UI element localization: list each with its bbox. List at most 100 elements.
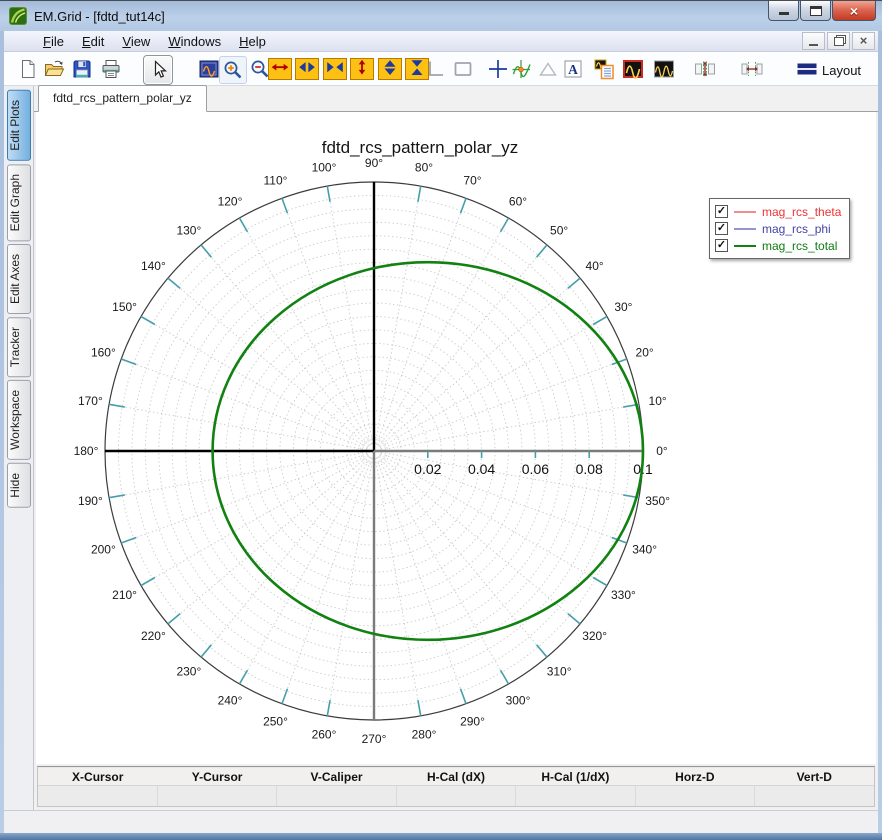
layout-icon[interactable] bbox=[794, 56, 820, 82]
status-header-horz-d: Horz-D bbox=[675, 770, 715, 784]
window-status-strip bbox=[4, 810, 878, 833]
minimize-button-icon[interactable] bbox=[768, 1, 799, 21]
svg-text:290°: 290° bbox=[460, 715, 485, 729]
legend-line-swatch bbox=[734, 227, 756, 230]
status-value-cell bbox=[397, 786, 517, 806]
legend-checkbox-mag_rcs_theta[interactable]: ✓ bbox=[715, 205, 728, 218]
legend-checkbox-mag_rcs_total[interactable]: ✓ bbox=[715, 239, 728, 252]
svg-text:0°: 0° bbox=[656, 444, 668, 458]
sidebar-tab-edit-plots[interactable]: Edit Plots bbox=[6, 90, 31, 161]
svg-text:280°: 280° bbox=[412, 728, 437, 742]
legend-checkbox-mag_rcs_phi[interactable]: ✓ bbox=[715, 222, 728, 235]
menu-windows[interactable]: Windows bbox=[159, 31, 230, 51]
status-value-cell bbox=[755, 786, 874, 806]
svg-text:90°: 90° bbox=[365, 156, 383, 170]
sidebar-tab-workspace[interactable]: Workspace bbox=[6, 380, 31, 461]
svg-text:180°: 180° bbox=[74, 444, 99, 458]
svg-text:240°: 240° bbox=[218, 693, 243, 707]
zoom-in-icon[interactable] bbox=[219, 56, 247, 84]
svg-text:70°: 70° bbox=[463, 173, 481, 187]
copy-plot-list-icon[interactable] bbox=[591, 56, 617, 82]
svg-text:120°: 120° bbox=[218, 195, 243, 209]
sidebar-tab-tracker[interactable]: Tracker bbox=[6, 317, 31, 378]
split-horizontal-icon[interactable] bbox=[739, 56, 765, 82]
status-header-y-cursor: Y-Cursor bbox=[191, 770, 243, 784]
status-header-row: X-Cursor Y-Cursor V-Caliper H-Cal (dX) H-Cal… bbox=[38, 768, 874, 786]
svg-text:30°: 30° bbox=[614, 300, 632, 314]
svg-text:220°: 220° bbox=[141, 629, 166, 643]
window-frame-left bbox=[0, 31, 4, 833]
expand-horizontal-icon[interactable] bbox=[268, 58, 292, 80]
sidebar-tabs: Edit Plots Edit Graph Edit Axes Tracker Work… bbox=[4, 86, 33, 508]
svg-text:190°: 190° bbox=[78, 494, 103, 508]
widen-vertical-icon[interactable] bbox=[378, 58, 402, 80]
menu-view[interactable]: View bbox=[113, 31, 159, 51]
split-vertical-icon[interactable] bbox=[692, 56, 718, 82]
multi-plot-window-icon[interactable] bbox=[651, 56, 677, 82]
cursor-status-table: X-Cursor Y-Cursor V-Caliper H-Cal (dX) H-Cal… bbox=[37, 766, 875, 807]
triangle-marker-icon[interactable] bbox=[535, 56, 561, 82]
mdi-minimize-button-icon[interactable] bbox=[802, 32, 825, 50]
text-annotation-icon[interactable]: A bbox=[560, 56, 586, 82]
status-value-row bbox=[38, 786, 874, 806]
plot-area: 0° 10° 20° 30° 40° 50° 60° 70° 80° 90° 100° 110° 120… bbox=[36, 112, 876, 764]
svg-text:270°: 270° bbox=[362, 732, 387, 746]
status-value-cell bbox=[636, 786, 756, 806]
new-document-icon[interactable] bbox=[15, 56, 41, 82]
plot-window-icon[interactable] bbox=[620, 56, 646, 82]
svg-text:230°: 230° bbox=[176, 665, 201, 679]
tracker-icon[interactable] bbox=[509, 56, 535, 82]
status-header-h-cal-dx-: H-Cal (dX) bbox=[426, 770, 485, 784]
window-frame-bottom bbox=[0, 833, 882, 840]
sidebar-tab-hide[interactable]: Hide bbox=[6, 463, 31, 508]
legend-label: mag_rcs_theta bbox=[762, 204, 842, 219]
svg-text:100°: 100° bbox=[312, 160, 337, 174]
pointer-tool-icon[interactable] bbox=[143, 55, 173, 85]
close-button-icon[interactable]: × bbox=[832, 1, 876, 21]
crosshair-icon[interactable] bbox=[485, 56, 511, 82]
window-frame-right bbox=[878, 31, 882, 833]
open-file-icon[interactable] bbox=[41, 56, 67, 82]
widen-horizontal-icon[interactable] bbox=[295, 58, 319, 80]
legend-row-mag_rcs_theta: ✓ mag_rcs_theta bbox=[715, 203, 841, 220]
print-icon[interactable] bbox=[98, 56, 124, 82]
legend-line-swatch bbox=[734, 244, 756, 247]
axes-corner-icon[interactable] bbox=[422, 56, 448, 82]
legend-row-mag_rcs_phi: ✓ mag_rcs_phi bbox=[715, 220, 841, 237]
svg-text:0.08: 0.08 bbox=[576, 461, 603, 477]
legend-label: mag_rcs_total bbox=[762, 238, 838, 253]
svg-text:0.04: 0.04 bbox=[468, 461, 495, 477]
svg-text:20°: 20° bbox=[636, 345, 654, 359]
svg-text:350°: 350° bbox=[645, 494, 670, 508]
status-header-vert-d: Vert-D bbox=[796, 770, 832, 784]
zoom-box-icon[interactable] bbox=[450, 56, 476, 82]
menu-help[interactable]: Help bbox=[230, 31, 275, 51]
menu-edit[interactable]: Edit bbox=[73, 31, 113, 51]
mdi-close-button-icon[interactable]: × bbox=[852, 32, 875, 50]
status-header-h-cal-1-dx-: H-Cal (1/dX) bbox=[541, 770, 610, 784]
shrink-horizontal-icon[interactable] bbox=[323, 58, 347, 80]
expand-vertical-icon[interactable] bbox=[350, 58, 374, 80]
status-value-cell bbox=[277, 786, 397, 806]
svg-text:0.02: 0.02 bbox=[414, 461, 441, 477]
window-title: EM.Grid - [fdtd_tut14c] bbox=[34, 9, 165, 24]
tab-fdtd-rcs-pattern-polar-yz[interactable]: fdtd_rcs_pattern_polar_yz bbox=[38, 85, 207, 112]
save-icon[interactable] bbox=[69, 56, 95, 82]
svg-text:50°: 50° bbox=[550, 223, 568, 237]
document-tab-strip: fdtd_rcs_pattern_polar_yz bbox=[34, 85, 878, 112]
svg-text:210°: 210° bbox=[112, 588, 137, 602]
svg-text:300°: 300° bbox=[506, 693, 531, 707]
sidebar-tab-edit-graph[interactable]: Edit Graph bbox=[6, 163, 31, 242]
layout-label: Layout bbox=[822, 63, 862, 78]
svg-text:40°: 40° bbox=[586, 259, 604, 273]
maximize-button-icon[interactable] bbox=[800, 1, 831, 21]
sidebar-tab-edit-axes[interactable]: Edit Axes bbox=[6, 244, 31, 315]
svg-text:130°: 130° bbox=[176, 223, 201, 237]
status-value-cell bbox=[516, 786, 636, 806]
app-logo-icon bbox=[9, 7, 27, 25]
mdi-restore-button-icon[interactable] bbox=[827, 32, 850, 50]
svg-text:150°: 150° bbox=[112, 300, 137, 314]
svg-text:260°: 260° bbox=[312, 728, 337, 742]
chart-title: fdtd_rcs_pattern_polar_yz bbox=[322, 138, 519, 157]
menu-file[interactable]: File bbox=[34, 31, 73, 51]
